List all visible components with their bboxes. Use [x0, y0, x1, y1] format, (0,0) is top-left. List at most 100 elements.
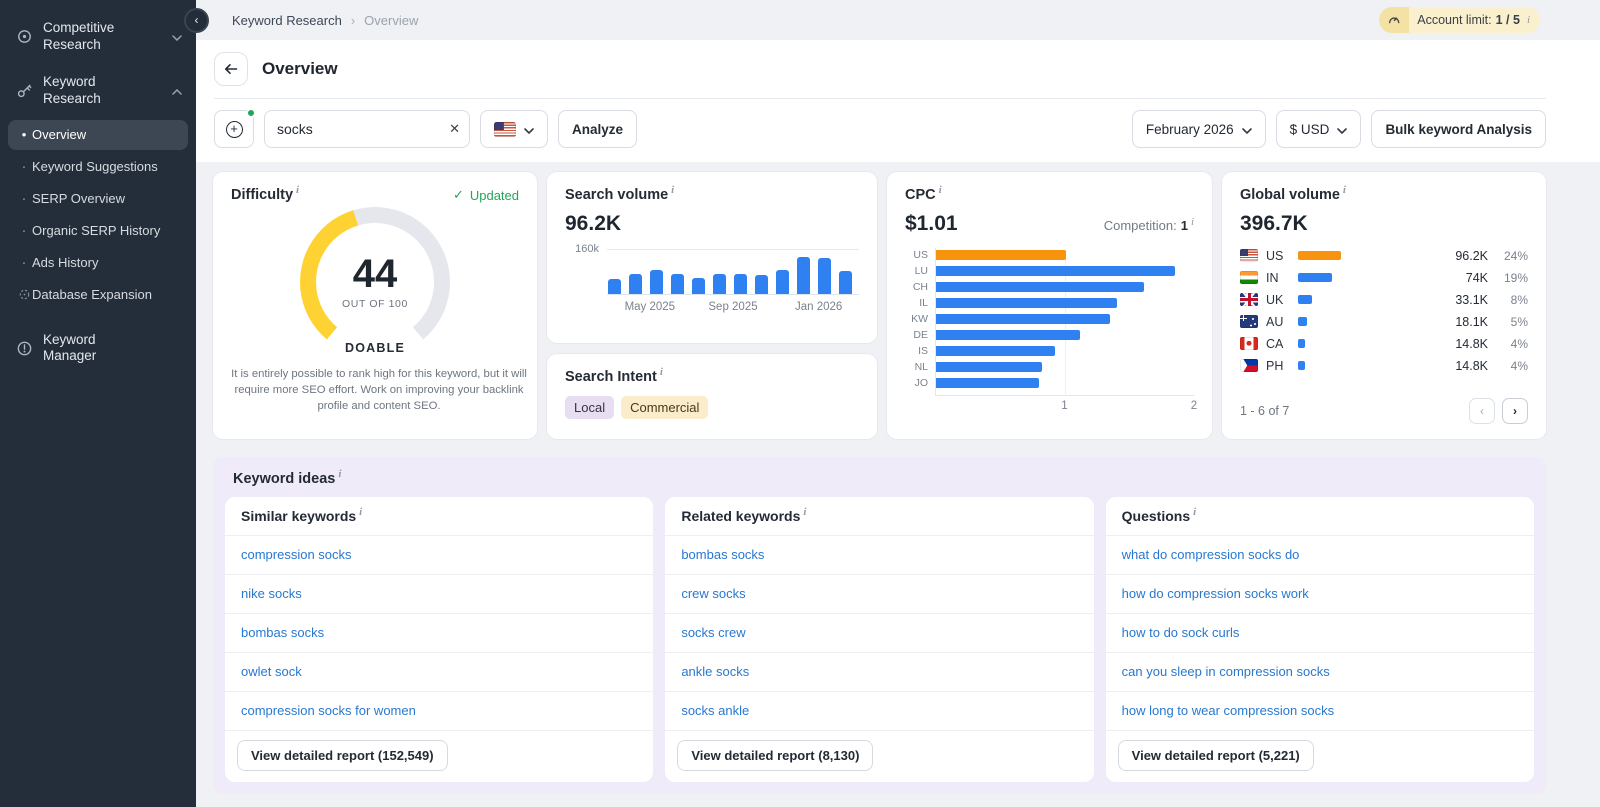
sidebar-item-database-expansion[interactable]: Database Expansion	[8, 280, 188, 310]
info-icon[interactable]: i	[660, 366, 663, 378]
keyword-link[interactable]: bombas socks	[681, 547, 764, 562]
keyword-link[interactable]: nike socks	[241, 586, 302, 601]
cpc-bar-ch	[936, 282, 1144, 292]
info-icon[interactable]: i	[1191, 216, 1194, 228]
keyword-input[interactable]	[264, 110, 470, 148]
info-icon[interactable]: i	[1193, 506, 1196, 518]
cpc-chart: US LU CH IL KW DE IS NL JO	[905, 248, 1194, 396]
arrow-left-icon	[225, 64, 238, 74]
sidebar-collapse-button[interactable]: ‹	[184, 8, 209, 33]
info-icon[interactable]: i	[939, 184, 942, 196]
card-title: Difficulty i	[231, 184, 300, 203]
difficulty-scale-label: OUT OF 100	[342, 298, 408, 310]
country-label: CH	[912, 281, 928, 293]
card-title: Global volume i	[1240, 184, 1346, 203]
account-limit-value: 1 / 5	[1495, 13, 1520, 27]
questions-card: Questions i what do compression socks do h…	[1105, 497, 1534, 782]
volume-bar	[755, 274, 768, 294]
keyword-link[interactable]: how to do sock curls	[1122, 625, 1240, 640]
volume-percent: 8%	[1510, 292, 1528, 307]
keyword-link[interactable]: socks crew	[681, 625, 745, 640]
sidebar-item-serp-overview[interactable]: · SERP Overview	[8, 184, 188, 214]
info-icon[interactable]: i	[338, 468, 341, 480]
info-icon[interactable]: i	[359, 506, 362, 518]
sidebar: Competitive Research Keyword Research • O…	[0, 0, 196, 807]
volume-bar	[776, 270, 789, 294]
volume-percent: 5%	[1510, 314, 1528, 329]
sidebar-item-label: Keyword Manager	[43, 331, 97, 364]
keyword-link[interactable]: can you sleep in compression socks	[1122, 664, 1330, 679]
card-title: Related keywords i	[665, 497, 1094, 536]
dot-icon: ·	[21, 190, 27, 207]
view-report-button[interactable]: View detailed report (5,221)	[1117, 740, 1314, 771]
keyword-row: socks crew	[665, 614, 1094, 653]
sidebar-item-label: Competitive Research	[43, 20, 115, 52]
sidebar-item-organic-serp-history[interactable]: · Organic SERP History	[8, 216, 188, 246]
keyword-link[interactable]: compression socks	[241, 547, 352, 562]
volume-value: 14.8K	[1455, 358, 1488, 373]
next-page-button[interactable]: ›	[1502, 398, 1528, 424]
region-select[interactable]	[480, 110, 548, 148]
search-volume-bars	[607, 249, 859, 295]
keyword-ideas-section: Keyword ideas i Similar keywords i compres…	[213, 457, 1546, 794]
card-title: CPC i	[905, 184, 942, 203]
sidebar-item-keyword-suggestions[interactable]: · Keyword Suggestions	[8, 152, 188, 182]
sidebar-item-keyword-research[interactable]: Keyword Research	[0, 64, 196, 118]
keyword-list: compression socks nike socks bombas socks o…	[225, 536, 654, 731]
volume-bar	[797, 257, 810, 294]
difficulty-card: Difficulty i ✓ Updated 44 OUT OF 100 It …	[213, 172, 537, 439]
sidebar-item-overview[interactable]: • Overview	[8, 119, 188, 150]
keyword-row: socks ankle	[665, 692, 1094, 731]
x-axis-label: Sep 2025	[708, 301, 758, 313]
keyword-link[interactable]: how long to wear compression socks	[1122, 703, 1334, 718]
clear-icon[interactable]: ✕	[449, 121, 460, 137]
back-button[interactable]	[214, 52, 248, 86]
info-icon[interactable]: i	[1343, 184, 1346, 196]
divider	[214, 98, 1546, 99]
keyword-link[interactable]: ankle socks	[681, 664, 749, 679]
volume-bar	[1298, 361, 1306, 370]
volume-bar	[629, 274, 642, 294]
keyword-link[interactable]: owlet sock	[241, 664, 302, 679]
breadcrumb-keyword-research[interactable]: Keyword Research	[232, 13, 342, 28]
au-flag-icon	[1240, 315, 1258, 328]
keyword-link[interactable]: compression socks for women	[241, 703, 416, 718]
sidebar-item-ads-history[interactable]: · Ads History	[8, 248, 188, 278]
volume-bar-track	[1298, 317, 1434, 326]
volume-bar	[1298, 317, 1307, 326]
currency-select[interactable]: $ USD	[1275, 110, 1362, 148]
info-icon[interactable]: i	[296, 184, 299, 196]
x-axis-tick: 1	[1061, 400, 1068, 412]
us-flag-icon	[494, 121, 516, 137]
sidebar-item-keyword-manager[interactable]: Keyword Manager	[0, 322, 196, 376]
keyword-ideas-title: Keyword ideas i	[233, 468, 342, 487]
prev-page-button[interactable]: ‹	[1469, 398, 1495, 424]
content: Difficulty i ✓ Updated 44 OUT OF 100 It …	[196, 162, 1600, 807]
cpc-card: CPC i $1.01 Competition: 1 i US LU CH IL KW DE IS…	[887, 172, 1212, 439]
account-limit-badge[interactable]: Account limit: 1 / 5 i	[1379, 7, 1540, 33]
search-intent-card: Search Intent i Local Commercial	[547, 354, 877, 439]
country-row: CA 14.8K 4%	[1240, 336, 1528, 351]
sidebar-item-label: Keyword Suggestions	[32, 159, 158, 174]
info-icon[interactable]: i	[803, 506, 806, 518]
analyze-button[interactable]: Analyze	[558, 110, 638, 148]
add-keyword-button[interactable]: +	[214, 108, 256, 148]
keyword-row: bombas socks	[665, 536, 1094, 575]
keyword-link[interactable]: crew socks	[681, 586, 745, 601]
keyword-link[interactable]: bombas socks	[241, 625, 324, 640]
bulk-analysis-button[interactable]: Bulk keyword Analysis	[1371, 110, 1546, 148]
keyword-row: how to do sock curls	[1105, 614, 1534, 653]
toolbar: + ✕ Analyze February 2026	[214, 108, 1546, 148]
volume-value: 33.1K	[1455, 292, 1488, 307]
keyword-link[interactable]: what do compression socks do	[1122, 547, 1300, 562]
view-report-button[interactable]: View detailed report (152,549)	[237, 740, 448, 771]
sidebar-item-competitive-research[interactable]: Competitive Research	[0, 10, 196, 64]
period-select[interactable]: February 2026	[1131, 110, 1266, 148]
view-report-button[interactable]: View detailed report (8,130)	[677, 740, 874, 771]
info-icon[interactable]: i	[671, 184, 674, 196]
keyword-row: nike socks	[225, 575, 654, 614]
keyword-link[interactable]: socks ankle	[681, 703, 749, 718]
app-root: Competitive Research Keyword Research • O…	[0, 0, 1600, 807]
keyword-link[interactable]: how do compression socks work	[1122, 586, 1309, 601]
y-axis-label: 160k	[575, 243, 599, 255]
